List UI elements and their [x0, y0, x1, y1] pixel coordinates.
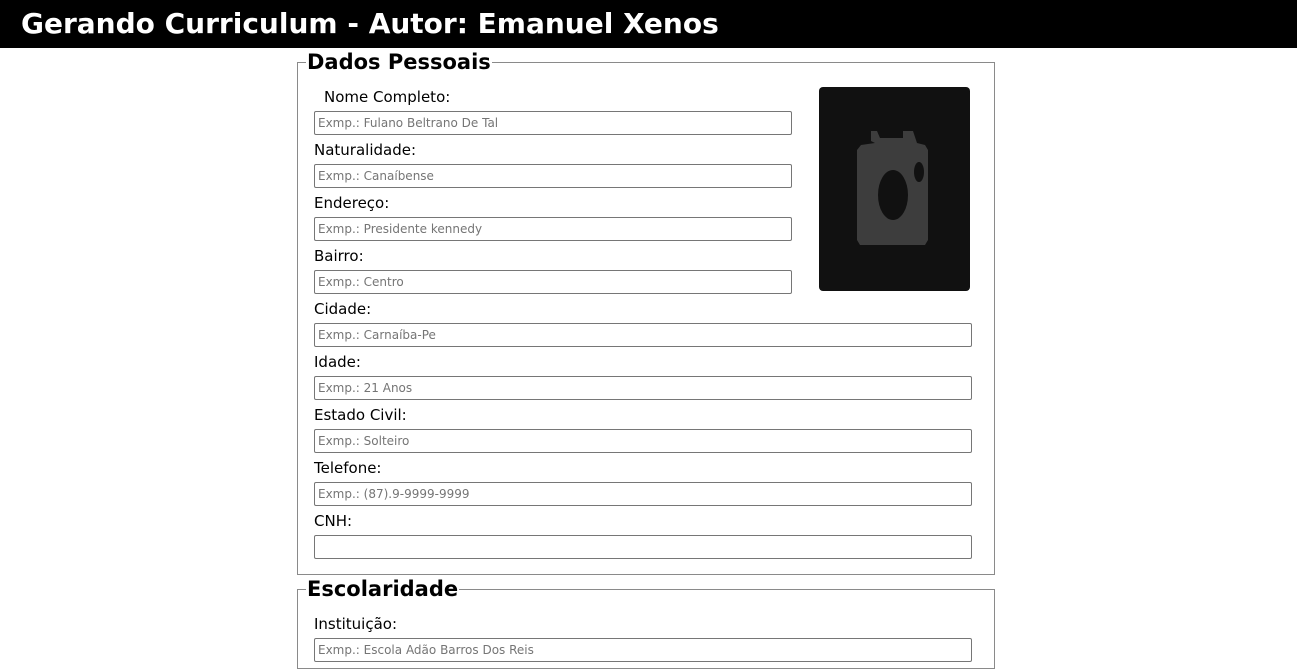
- instituicao-input[interactable]: [314, 638, 972, 662]
- top-bar: Gerando Curriculum - Autor: Emanuel Xeno…: [0, 0, 1297, 48]
- naturalidade-input[interactable]: [314, 164, 792, 188]
- idade-input[interactable]: [314, 376, 972, 400]
- naturalidade-label: Naturalidade:: [314, 141, 417, 159]
- camera-icon: [857, 131, 928, 245]
- endereco-label: Endereço:: [314, 194, 390, 212]
- estado-civil-label: Estado Civil:: [314, 406, 407, 424]
- endereco-input[interactable]: [314, 217, 792, 241]
- estado-civil-input[interactable]: [314, 429, 972, 453]
- nome-completo-input[interactable]: [314, 111, 792, 135]
- photo-upload[interactable]: [819, 87, 970, 291]
- telefone-label: Telefone:: [314, 459, 382, 477]
- instituicao-label: Instituição:: [314, 615, 398, 633]
- cnh-label: CNH:: [314, 512, 353, 530]
- dados-pessoais-legend: Dados Pessoais: [306, 49, 492, 75]
- cidade-label: Cidade:: [314, 300, 372, 318]
- escolaridade-legend: Escolaridade: [306, 576, 460, 602]
- bairro-label: Bairro:: [314, 247, 364, 265]
- nome-completo-label: Nome Completo:: [324, 88, 451, 106]
- cidade-input[interactable]: [314, 323, 972, 347]
- idade-label: Idade:: [314, 353, 361, 371]
- dados-pessoais-fieldset: Dados Pessoais Nome Completo: Naturalida…: [297, 49, 995, 575]
- cnh-input[interactable]: [314, 535, 972, 559]
- page-title: Gerando Curriculum - Autor: Emanuel Xeno…: [21, 7, 719, 40]
- escolaridade-fieldset: Escolaridade Instituição:: [297, 576, 995, 669]
- bairro-input[interactable]: [314, 270, 792, 294]
- telefone-input[interactable]: [314, 482, 972, 506]
